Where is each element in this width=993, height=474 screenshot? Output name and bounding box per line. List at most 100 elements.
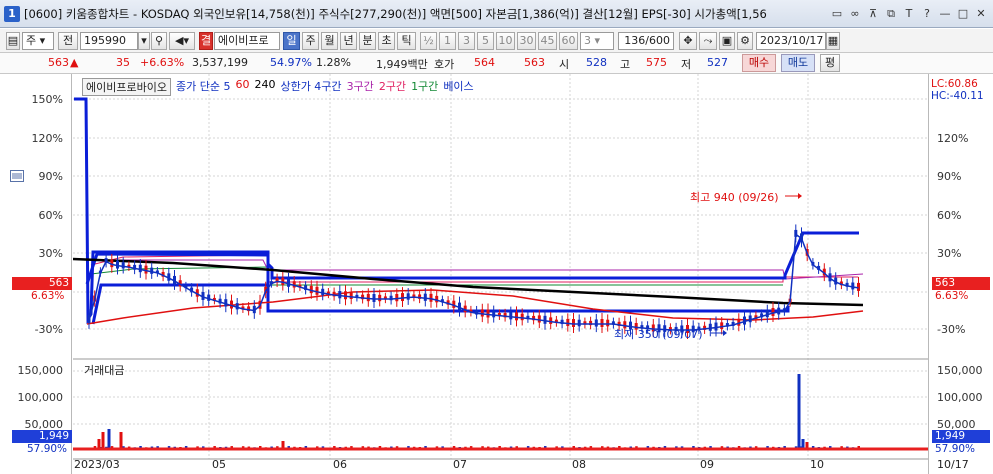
window-icon[interactable]: ⧉ <box>883 6 899 22</box>
candle-body <box>366 293 370 302</box>
volume-y-tick: 100,000 <box>17 391 64 404</box>
interval-5-button[interactable]: 5 <box>477 32 494 50</box>
window-number-badge: 1 <box>4 5 20 22</box>
grid-toggle-icon[interactable]: ▤ <box>6 32 20 50</box>
title-bar: 1 [0600] 키움종합차트 - KOSDAQ 외국인보유[14,758(천)… <box>0 0 993 28</box>
high-price: 575 <box>646 56 667 69</box>
legend-zone2[interactable]: 2구간 <box>379 78 406 96</box>
candle-body <box>600 319 604 327</box>
legend-zone3[interactable]: 3구간 <box>347 78 374 96</box>
x-label: 09 <box>700 458 714 471</box>
legend-stock-name[interactable]: 에이비프로바이오 <box>82 78 171 96</box>
y-tick-right: 120% <box>937 132 969 145</box>
current-pct-tag: 6.63% <box>31 290 65 302</box>
candle-body <box>771 308 775 316</box>
help-icon[interactable]: ? <box>919 6 935 22</box>
average-button[interactable]: 평 <box>820 54 840 72</box>
date-field[interactable]: 2023/10/17 <box>756 32 826 50</box>
calendar-icon[interactable]: ▦ <box>826 32 840 50</box>
interval-60-button[interactable]: 60 <box>559 32 578 50</box>
stock-code-input[interactable]: 195990 <box>80 32 138 50</box>
low-annotation: 최저 350 (09/07) <box>614 328 703 341</box>
volume-bars <box>88 374 860 449</box>
candle-body <box>543 315 547 324</box>
candle-body <box>480 309 484 317</box>
candle-body <box>708 323 712 331</box>
period-minute-button[interactable]: 분 <box>359 32 376 50</box>
volume-pct-tag-right: 57.90% <box>935 443 976 455</box>
pin-icon[interactable]: ⊼ <box>865 6 881 22</box>
period-day-button[interactable]: 일 <box>283 32 300 50</box>
chart-settings-icon[interactable] <box>10 170 24 182</box>
interval-10-button[interactable]: 10 <box>496 32 515 50</box>
market-select[interactable]: 주 ▾ <box>22 32 54 50</box>
buy-button[interactable]: 매수 <box>742 54 776 72</box>
candle-body <box>121 262 125 269</box>
minimize-icon[interactable]: — <box>937 6 953 22</box>
period-second-button[interactable]: 초 <box>378 32 395 50</box>
count-field[interactable]: 136/600 <box>618 32 674 50</box>
line-tool-icon[interactable]: ⤳ <box>699 32 717 50</box>
interval-1-button[interactable]: 1 <box>439 32 456 50</box>
interval-30-button[interactable]: 30 <box>517 32 536 50</box>
low-price: 527 <box>707 56 728 69</box>
legend-band[interactable]: 상한가 4구간 <box>280 78 341 96</box>
candle-body <box>395 294 399 302</box>
tools-icon[interactable]: ✥ <box>679 32 697 50</box>
all-button[interactable]: 전 <box>58 32 78 50</box>
price-chart-svg[interactable] <box>72 74 928 474</box>
band-upper-2 <box>266 231 859 280</box>
volume-value: 3,537,199 <box>192 56 248 69</box>
y-tick-right: 60% <box>937 209 962 222</box>
high-label: 고 <box>620 58 631 71</box>
volume-current-tag-right: 1,949 <box>932 430 990 443</box>
link-icon[interactable]: ∞ <box>847 6 863 22</box>
save-icon[interactable]: ▣ <box>719 32 735 50</box>
candle-body <box>344 291 347 300</box>
change-percent: +6.63% <box>140 56 185 69</box>
restore-icon[interactable]: ▭ <box>829 6 845 22</box>
fraction-button[interactable]: ½ <box>420 32 437 50</box>
candle-body <box>378 294 382 302</box>
period-week-button[interactable]: 주 <box>302 32 319 50</box>
interval-45-button[interactable]: 45 <box>538 32 557 50</box>
code-dropdown-icon[interactable]: ▾ <box>138 32 150 50</box>
current-price-tag: 563 <box>12 277 72 290</box>
volume-pct-tag: 57.90% <box>27 443 68 455</box>
volume-ratio: 54.97% <box>270 56 312 69</box>
period-year-button[interactable]: 년 <box>340 32 357 50</box>
stock-name-field[interactable]: 에이비프로 <box>214 32 280 50</box>
interval-3-button[interactable]: 3 <box>458 32 475 50</box>
legend-ma5[interactable]: 종가 단순 5 <box>176 78 230 96</box>
candle-body <box>150 267 154 274</box>
y-tick: 60% <box>38 209 63 222</box>
interval-input[interactable]: 3 ▾ <box>580 32 614 50</box>
x-label: 08 <box>572 458 586 471</box>
maximize-icon[interactable]: □ <box>955 6 971 22</box>
legend-zone1[interactable]: 1구간 <box>411 78 438 96</box>
volume-y-tick: 150,000 <box>17 364 64 377</box>
legend-base[interactable]: 베이스 <box>443 78 473 96</box>
quote-bar: 563 ▲ 35 +6.63% 3,537,199 54.97% 1.28% 1… <box>0 53 993 74</box>
period-tick-button[interactable]: 틱 <box>397 32 416 50</box>
price-chart-area[interactable] <box>72 74 928 474</box>
search-icon[interactable]: ⚲ <box>151 32 167 50</box>
close-icon[interactable]: ✕ <box>973 6 989 22</box>
period-month-button[interactable]: 월 <box>321 32 338 50</box>
legend-ma240[interactable]: 240 <box>254 78 275 96</box>
sell-button[interactable]: 매도 <box>781 54 815 72</box>
settings-icon[interactable]: ⚙ <box>737 32 753 50</box>
window-title: [0600] 키움종합차트 - KOSDAQ 외국인보유[14,758(천)] … <box>24 6 767 21</box>
volume-spike-bar <box>119 432 123 449</box>
ask-price: 564 <box>474 56 495 69</box>
candle-body <box>857 282 860 291</box>
x-label: 07 <box>453 458 467 471</box>
y-tick: 90% <box>38 170 63 183</box>
text-icon[interactable]: T <box>901 6 917 22</box>
legend-ma60[interactable]: 60 <box>235 78 249 96</box>
current-pct-tag-right: 6.63% <box>935 290 969 302</box>
candle-body <box>777 307 781 315</box>
speaker-icon[interactable]: ◀▾ <box>169 32 195 50</box>
candle-body <box>406 293 410 300</box>
stock-prefix-badge: 결 <box>199 32 213 50</box>
